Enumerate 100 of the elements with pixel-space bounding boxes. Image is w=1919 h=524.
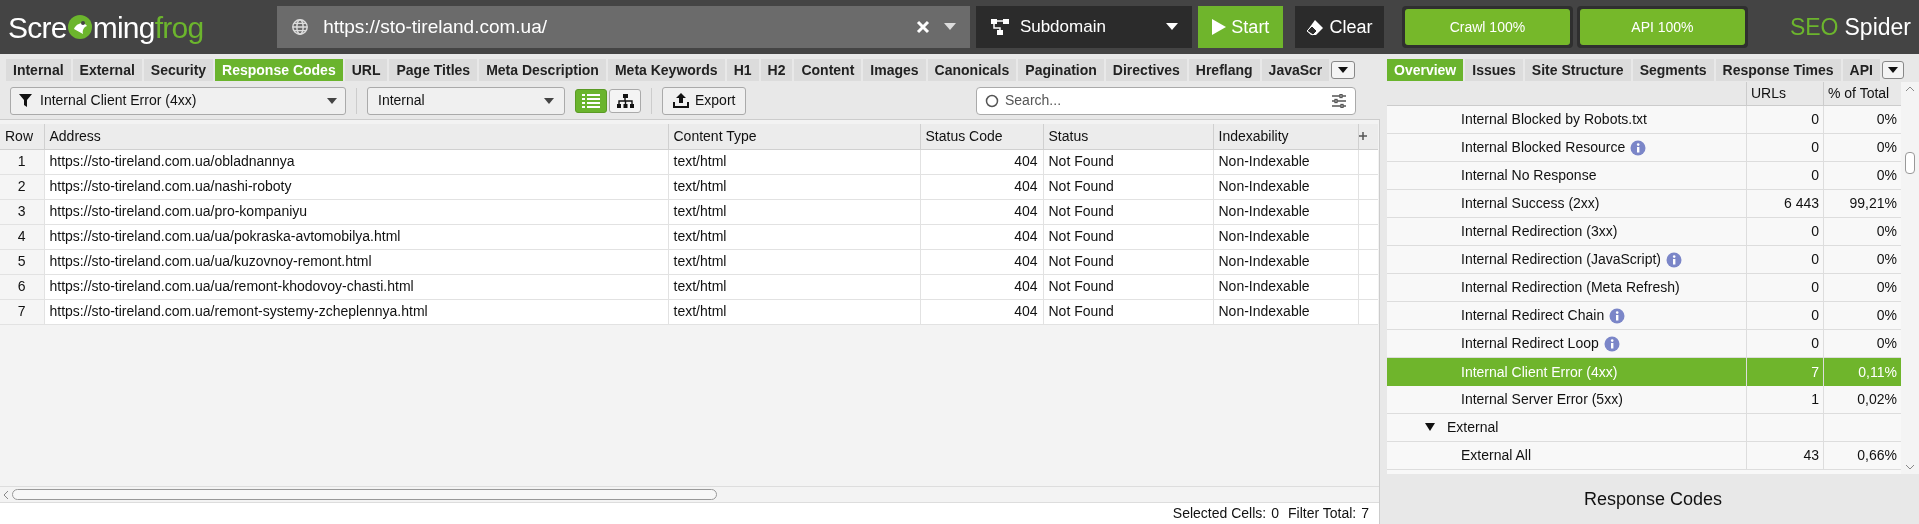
tab[interactable]: Page Titles	[389, 59, 478, 81]
percent-value: 0,11%	[1858, 362, 1897, 382]
column-header[interactable]: Address	[44, 124, 668, 149]
tab[interactable]: Meta Description	[479, 59, 606, 81]
vertical-scrollbar[interactable]	[1905, 152, 1915, 174]
overview-row[interactable]: Internal Server Error (5xx) 1 0,02%	[1387, 386, 1901, 414]
column-header[interactable]: Row	[0, 124, 44, 149]
percent-value: 0,66%	[1857, 446, 1897, 465]
caret-icon	[1338, 67, 1349, 73]
table-cell: text/html	[668, 274, 920, 299]
caret-icon[interactable]	[943, 23, 956, 31]
horizontal-scrollbar[interactable]	[12, 489, 717, 500]
table-cell: 404	[920, 199, 1043, 224]
table-cell: https://sto-tireland.com.ua/ua/pokraska-avtomobilya.html	[44, 224, 668, 249]
scroll-up-icon[interactable]	[1905, 86, 1915, 92]
tab[interactable]: API	[1842, 59, 1880, 81]
table-cell: 404	[920, 249, 1043, 274]
row-label: Internal No Response	[1461, 166, 1597, 185]
column-header[interactable]: Status	[1043, 124, 1213, 149]
tab[interactable]: Site Structure	[1524, 59, 1631, 81]
table-cell: 404	[920, 299, 1043, 324]
tab[interactable]: Content	[794, 59, 862, 81]
row-label: Internal Blocked by Robots.txt	[1461, 110, 1647, 129]
url-count: 0	[1811, 166, 1819, 185]
row-label: Internal Redirection (3xx)	[1461, 222, 1618, 241]
tab[interactable]: Issues	[1465, 59, 1523, 81]
table-cell: https://sto-tireland.com.ua/ua/kuzovnoy-remont.html	[44, 249, 668, 274]
tab[interactable]: URL	[344, 59, 388, 81]
column-header[interactable]: Status Code	[920, 124, 1043, 149]
filter-dropdown[interactable]: Internal Client Error (4xx)	[10, 86, 346, 115]
overview-row[interactable]: Internal No Response 0 0%	[1387, 162, 1901, 190]
table-cell: text/html	[668, 174, 920, 199]
tab[interactable]: Directives	[1105, 59, 1187, 81]
overview-row[interactable]: Internal Redirect Loop 0 0%	[1387, 330, 1901, 358]
url-count: 0	[1811, 222, 1819, 241]
tab[interactable]: H1	[726, 59, 759, 81]
settings-icon[interactable]	[1331, 93, 1347, 108]
tab[interactable]: Pagination	[1018, 59, 1104, 81]
tab[interactable]: JavaScr	[1261, 59, 1330, 81]
url-count: 0	[1811, 110, 1819, 129]
overview-row[interactable]: External	[1387, 414, 1901, 442]
url-count: 43	[1803, 446, 1819, 465]
table-cell: Non-Indexable	[1213, 249, 1358, 274]
overview-row[interactable]: Internal Redirection (JavaScript) 0 0%	[1387, 246, 1901, 274]
mode-dropdown[interactable]: Subdomain	[975, 6, 1192, 48]
export-button[interactable]: Export	[662, 86, 747, 115]
tree-view-button[interactable]	[609, 88, 641, 113]
percent-value: 0%	[1876, 250, 1897, 269]
tab[interactable]: Internal	[6, 59, 71, 81]
panel-title: Response Codes	[1583, 487, 1723, 511]
table-cell: Not Found	[1043, 299, 1213, 324]
url-count: 0	[1811, 138, 1819, 157]
scroll-down-icon[interactable]	[1905, 464, 1915, 470]
url-count: 6 443	[1783, 194, 1819, 213]
status-value: 7	[1361, 504, 1369, 523]
percent-value: 0%	[1876, 278, 1897, 297]
overview-row[interactable]: Internal Success (2xx) 6 443 99,21%	[1387, 190, 1901, 218]
scope-dropdown[interactable]: Internal	[367, 86, 565, 115]
tab[interactable]: Response Times	[1715, 59, 1841, 81]
tab[interactable]: External	[72, 59, 142, 81]
column-header[interactable]: Content Type	[668, 124, 920, 149]
url-field[interactable]: https://sto-tireland.com.ua/	[277, 6, 970, 48]
tab[interactable]: Security	[143, 59, 214, 81]
table-cell: Non-Indexable	[1213, 174, 1358, 199]
table-cell: text/html	[668, 199, 920, 224]
tabs-menu-button[interactable]	[1331, 61, 1356, 79]
overview-row[interactable]: Internal Blocked Resource 0 0%	[1387, 134, 1901, 162]
table-cell: 404	[920, 224, 1043, 249]
table-cell: https://sto-tireland.com.ua/ua/remont-khodovoy-chasti.html	[44, 274, 668, 299]
column-header[interactable]: URLs	[1747, 82, 1824, 105]
tab[interactable]: Canonicals	[927, 59, 1017, 81]
row-label: Internal Client Error (4xx)	[1461, 362, 1618, 382]
overview-row[interactable]: Internal Redirection (Meta Refresh) 0 0%	[1387, 274, 1901, 302]
column-header[interactable]: % of Total	[1824, 82, 1901, 105]
clear-button[interactable]: Clear	[1294, 6, 1384, 48]
expanded-icon[interactable]	[1425, 422, 1435, 433]
overview-row[interactable]: Internal Redirect Chain 0 0%	[1387, 302, 1901, 330]
percent-value: 0%	[1876, 334, 1897, 353]
tab[interactable]: Meta Keywords	[607, 59, 725, 81]
table-cell: https://sto-tireland.com.ua/remont-systemy-zcheplennya.html	[44, 299, 668, 324]
upload-icon	[673, 93, 689, 108]
tab[interactable]: Images	[863, 59, 926, 81]
tab[interactable]: Segments	[1632, 59, 1714, 81]
overview-row[interactable]: Internal Redirection (3xx) 0 0%	[1387, 218, 1901, 246]
search-input[interactable]: Search...	[1005, 90, 1325, 111]
url-count: 0	[1811, 306, 1819, 325]
globe-icon	[291, 18, 310, 36]
search-icon	[985, 93, 999, 108]
status-label: Filter Total:	[1288, 504, 1357, 523]
search-field[interactable]: Search...	[976, 86, 1356, 115]
overview-row[interactable]: Internal Blocked by Robots.txt 0 0%	[1387, 106, 1901, 134]
table-cell: 7	[0, 299, 44, 324]
scroll-left-icon[interactable]	[2, 489, 10, 500]
tab[interactable]: Hreflang	[1188, 59, 1260, 81]
tab[interactable]: H2	[760, 59, 793, 81]
overview-row[interactable]: External All 43 0,66%	[1387, 442, 1901, 470]
clear-icon[interactable]	[915, 20, 930, 34]
column-header[interactable]: Indexability	[1213, 124, 1358, 149]
percent-value: 0%	[1876, 138, 1897, 157]
tabs-menu-button[interactable]	[1881, 61, 1904, 79]
